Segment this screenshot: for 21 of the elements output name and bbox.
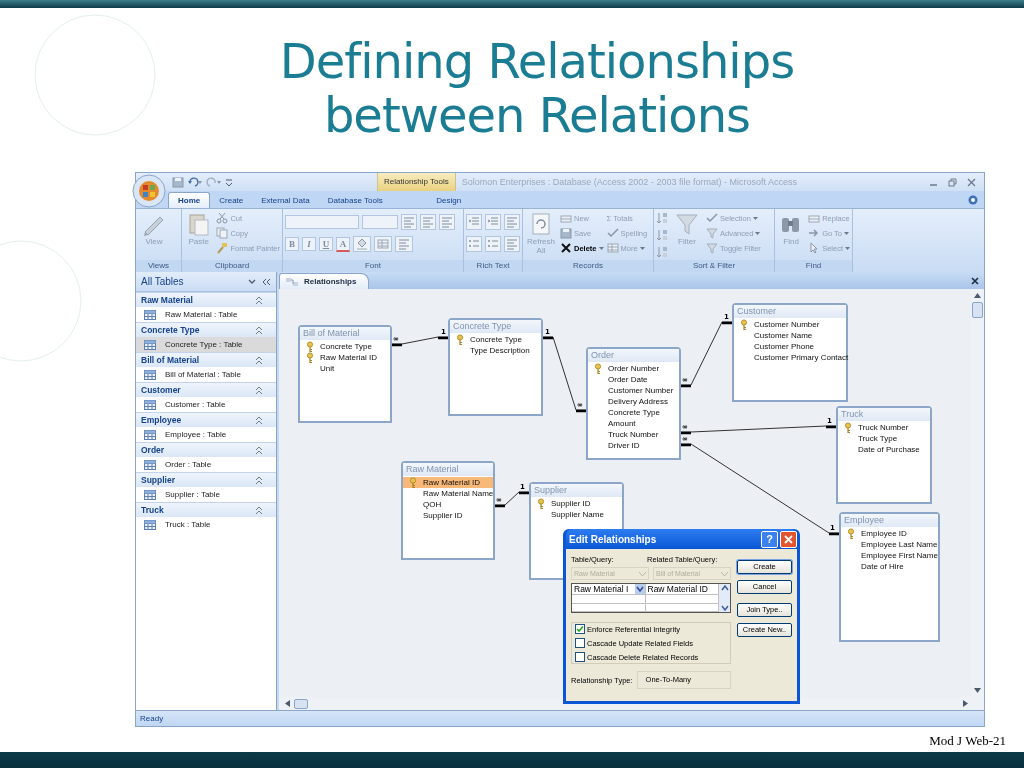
table-title: Truck: [838, 408, 930, 421]
group-label: Find: [775, 260, 852, 272]
slide-title: between Relations: [323, 88, 751, 142]
table-title: Concrete Type: [450, 320, 541, 333]
slide-footer: Mod J Web-21: [0, 733, 1024, 749]
group-label: Rich Text: [464, 260, 522, 272]
table-title: Customer: [734, 305, 846, 318]
group-label: Font: [283, 260, 463, 272]
group-label: Clipboard: [182, 260, 282, 272]
group-label: Views: [136, 260, 181, 272]
group-label: Records: [523, 260, 653, 272]
table-title: Raw Material: [403, 463, 493, 476]
status-text: Ready: [140, 714, 164, 723]
table-title: Employee: [841, 514, 938, 527]
contextual-tab-label: Relationship Tools: [377, 173, 456, 191]
table-title: Order: [588, 349, 679, 362]
table-title: Bill of Material: [300, 327, 390, 340]
dialog-title: Edit Relationships: [569, 533, 657, 545]
group-label: Sort & Filter: [654, 260, 774, 272]
slide-title: Defining Relationships: [279, 34, 795, 88]
table-title: Supplier: [531, 484, 622, 497]
